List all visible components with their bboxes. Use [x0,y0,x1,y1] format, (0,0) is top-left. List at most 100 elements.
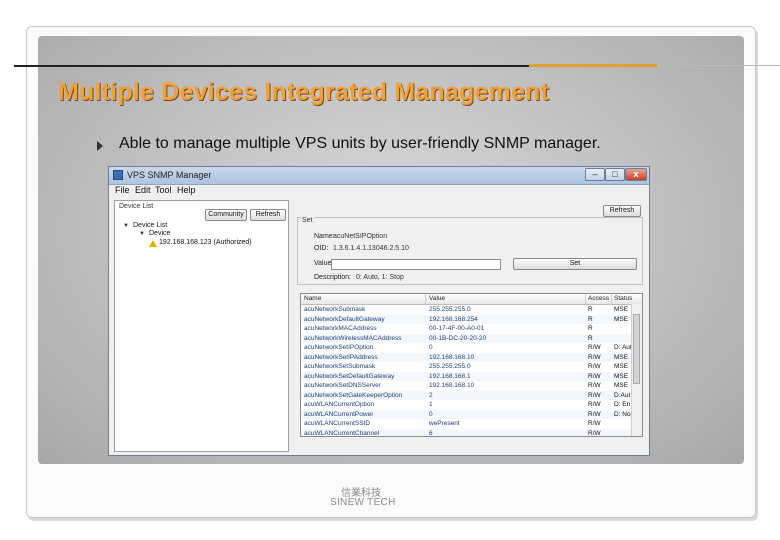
cell-access: R [588,315,593,323]
cell-name: acuNetworkSetIPOption [304,344,374,351]
cell-status: D: No [614,410,631,418]
cell-status: MSE [614,372,629,380]
scroll-thumb[interactable] [633,314,640,384]
cell-status: D:Aut [614,391,631,399]
oid-value: 1.3.6.1.4.1.13046.2.5.10 [333,245,409,252]
column-separator [585,294,586,304]
table-row[interactable]: acuNetworkMACAddress 00-17-4F-00-A0-01 R [301,324,631,334]
column-separator [611,294,612,304]
menu-bar: File Edit Tool Help [109,185,649,197]
tree-expand-icon[interactable]: ▼ [123,223,129,229]
refresh-button[interactable]: Refresh [603,205,641,217]
set-button[interactable]: Set [513,258,637,270]
name-label: Name: [314,233,335,240]
cell-access: R/W [588,391,601,399]
bullet-arrow-icon [97,141,103,151]
table-row[interactable]: acuWLANCurrentChannel 6 R/W [301,428,631,437]
cell-status: MSE [614,363,629,370]
cell-value: 6 [429,429,433,437]
cell-name: acuNetworkWirelessMACAddress [304,334,402,342]
title-rule [14,65,529,67]
mib-table: Name Value Access Status acuNetworkSubma… [300,293,643,437]
table-row[interactable]: acuWLANCurrentSSID wePresent R/W [301,419,631,429]
minimize-button[interactable]: – [585,168,605,181]
table-row[interactable]: acuNetworkSetDNSServer 192.168.168.10 R/W M… [301,381,631,391]
column-header-status[interactable]: Status [614,295,632,302]
table-row[interactable]: acuNetworkSetDefaultGateway 192.168.168.1… [301,371,631,381]
cell-value: 00-1B-DC-20-20-20 [429,334,487,342]
cell-value: 255.255.255.0 [429,306,471,313]
menu-file[interactable]: File [115,185,130,195]
cell-status: MSE [614,382,629,389]
cell-access: R/W [588,353,601,361]
cell-status: MSE [614,306,629,313]
cell-name: acuNetworkSetSubmask [304,363,376,370]
cell-value: 0 [429,344,433,351]
cell-access: R [588,334,593,342]
window-titlebar[interactable]: VPS SNMP Manager – □ x [109,167,649,185]
cell-name: acuNetworkSetDNSServer [304,382,381,389]
cell-name: acuNetworkMACAddress [304,325,377,332]
table-row[interactable]: acuNetworkSubmask 255.255.255.0 R MSE [301,305,631,315]
menu-tool[interactable]: Tool [155,185,172,195]
title-rule-right [657,65,780,66]
tree-device-node[interactable]: Device [149,230,170,237]
maximize-button[interactable]: □ [605,168,625,181]
table-row[interactable]: acuNetworkWirelessMACAddress 00-1B-DC-20-… [301,333,631,343]
cell-status: MSE [614,315,629,323]
table-row[interactable]: acuNetworkDefaultGateway 192.168.168.254 R… [301,314,631,324]
cell-status: D: En [614,401,631,408]
cell-status: D: Aut [614,344,632,351]
close-button[interactable]: x [625,168,647,181]
menu-help[interactable]: Help [177,185,196,195]
cell-name: acuNetworkSetGateKeeperOption [304,391,403,399]
device-list-panel: Device List Community Refresh ▼ Device L… [114,200,289,452]
table-scrollbar[interactable] [631,304,642,436]
value-input[interactable] [331,259,501,270]
tree-device-ip-node[interactable]: 192.168.168.123 (Authorized) [159,239,252,246]
table-row[interactable]: acuWLANCurrentOption 1 R/W D: En [301,400,631,410]
cell-name: acuNetworkDefaultGateway [304,315,385,323]
table-row[interactable]: acuNetworkSetIPOption 0 R/W D: Aut [301,343,632,353]
table-row[interactable]: acuNetworkSetIPAddress 192.168.168.10 R/W M… [301,352,631,362]
set-group-label: Set [301,217,314,224]
cell-access: R/W [588,420,601,427]
column-header-value[interactable]: Value [429,295,445,302]
cell-name: acuWLANCurrentSSID [304,420,371,427]
menu-edit[interactable]: Edit [135,185,151,195]
cell-access: R/W [588,372,601,380]
footer-company-english: SINEW TECH [330,497,396,508]
cell-value: wePresent [429,420,460,427]
table-row[interactable]: acuNetworkSetSubmask 255.255.255.0 R/W MSE [301,362,631,372]
cell-access: R [588,306,593,313]
cell-value: 192.168.168.1 [429,372,471,380]
description-label: Description: [314,274,351,281]
cell-access: R/W [588,401,601,408]
cell-value: 0 [429,410,433,418]
cell-access: R/W [588,410,601,418]
cell-name: acuNetworkSetDefaultGateway [304,372,395,380]
cell-access: R/W [588,382,601,389]
cell-name: acuWLANCurrentPower [304,410,374,418]
community-button[interactable]: Community [205,209,247,221]
slide-title: Multiple Devices Integrated Management [58,78,550,106]
cell-access: R/W [588,429,601,437]
cell-name: acuWLANCurrentChannel [304,429,380,437]
cell-access: R/W [588,344,601,351]
cell-value: 00-17-4F-00-A0-01 [429,325,485,332]
cell-name: acuNetworkSubmask [304,306,366,313]
column-header-access[interactable]: Access [588,295,609,302]
cell-value: 1 [429,401,433,408]
tree-expand-icon[interactable]: ▼ [139,231,145,237]
tree-root-node[interactable]: Device List [133,222,167,229]
table-row[interactable]: acuNetworkSetGateKeeperOption 2 R/W D:Aut [301,390,631,400]
table-row[interactable]: acuWLANCurrentPower 0 R/W D: No [301,409,631,419]
cell-value: 192.168.168.10 [429,382,475,389]
refresh-devices-button[interactable]: Refresh [250,209,286,221]
window-title: VPS SNMP Manager [127,170,212,180]
column-header-name[interactable]: Name [304,295,321,302]
oid-label: OID: [314,245,329,252]
cell-access: R/W [588,363,601,370]
bullet-text: Able to manage multiple VPS units by use… [119,135,601,152]
device-list-label: Device List [119,203,154,210]
